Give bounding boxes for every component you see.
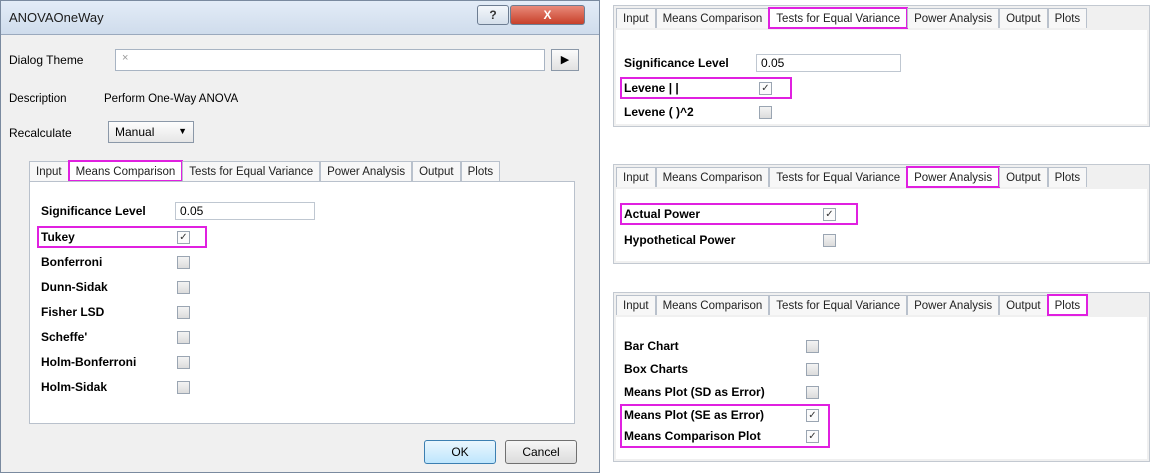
sig-level-input[interactable]: 0.05 — [756, 54, 901, 72]
option-label: Hypothetical Power — [624, 233, 736, 247]
plots-snapshot: Input Means Comparison Tests for Equal V… — [613, 292, 1150, 462]
option-label: Levene | | — [624, 81, 679, 95]
means-plot-se-checkbox[interactable]: ✓ — [806, 409, 819, 422]
anova-dialog: ANOVAOneWay ? X Dialog Theme × ▶ Descrip… — [0, 0, 600, 473]
option-label: Bonferroni — [41, 255, 103, 269]
tab-output[interactable]: Output — [999, 295, 1048, 315]
dialog-theme-label: Dialog Theme — [9, 53, 84, 67]
dialog-theme-input[interactable]: × — [115, 49, 545, 71]
option-label: Scheffe' — [41, 330, 88, 344]
option-label: Means Comparison Plot — [624, 429, 761, 443]
description-value: Perform One-Way ANOVA — [104, 93, 239, 105]
equal-variance-panel: Significance Level 0.05 Levene | | ✓ Lev… — [616, 30, 1147, 124]
tab-input[interactable]: Input — [616, 167, 656, 187]
tab-input[interactable]: Input — [616, 8, 656, 28]
ok-button[interactable]: OK — [424, 440, 496, 464]
tab-power-analysis[interactable]: Power Analysis — [320, 161, 413, 181]
tab-output[interactable]: Output — [999, 167, 1048, 187]
recalculate-value: Manual — [115, 125, 155, 139]
power-analysis-snapshot: Input Means Comparison Tests for Equal V… — [613, 164, 1150, 264]
sig-level-label: Significance Level — [41, 204, 146, 218]
close-button[interactable]: X — [510, 5, 585, 25]
tab-tests-equal-variance[interactable]: Tests for Equal Variance — [769, 167, 908, 187]
recalculate-select[interactable]: Manual ▼ — [108, 121, 194, 143]
levene-squared-checkbox[interactable] — [759, 106, 772, 119]
actual-power-checkbox[interactable]: ✓ — [823, 208, 836, 221]
holm-sidak-checkbox[interactable] — [177, 381, 190, 394]
window-title: ANOVAOneWay — [9, 10, 104, 25]
tab-power-analysis[interactable]: Power Analysis — [907, 295, 1000, 315]
option-label: Fisher LSD — [41, 305, 105, 319]
option-label: Bar Chart — [624, 339, 679, 353]
option-label: Means Plot (SE as Error) — [624, 408, 765, 422]
means-plot-sd-checkbox[interactable] — [806, 386, 819, 399]
tab-strip: Input Means Comparison Tests for Equal V… — [616, 294, 1089, 316]
recalculate-label: Recalculate — [9, 126, 72, 140]
tab-tests-equal-variance[interactable]: Tests for Equal Variance — [768, 7, 909, 29]
means-comparison-panel: Significance Level 0.05 Tukey ✓ Bonferro… — [29, 181, 575, 424]
tab-plots[interactable]: Plots — [460, 161, 501, 181]
tab-tests-equal-variance[interactable]: Tests for Equal Variance — [769, 295, 908, 315]
tab-means-comparison[interactable]: Means Comparison — [655, 295, 770, 315]
tab-plots[interactable]: Plots — [1046, 294, 1089, 316]
option-label: Holm-Bonferroni — [41, 355, 137, 369]
option-label: Tukey — [41, 230, 75, 244]
levene-abs-checkbox[interactable]: ✓ — [759, 82, 772, 95]
tab-power-analysis[interactable]: Power Analysis — [906, 166, 1001, 188]
tab-means-comparison[interactable]: Means Comparison — [655, 167, 770, 187]
box-charts-checkbox[interactable] — [806, 363, 819, 376]
means-comparison-plot-checkbox[interactable]: ✓ — [806, 430, 819, 443]
option-label: Levene ( )^2 — [624, 105, 694, 119]
option-label: Actual Power — [624, 207, 701, 221]
option-label: Dunn-Sidak — [41, 280, 108, 294]
cancel-button[interactable]: Cancel — [505, 440, 577, 464]
tab-input[interactable]: Input — [29, 161, 69, 181]
theme-arrow-button[interactable]: ▶ — [551, 49, 579, 71]
tab-means-comparison[interactable]: Means Comparison — [655, 8, 770, 28]
equal-variance-snapshot: Input Means Comparison Tests for Equal V… — [613, 5, 1150, 127]
chevron-down-icon: ▼ — [178, 126, 187, 136]
tab-power-analysis[interactable]: Power Analysis — [907, 8, 1000, 28]
main-tab-strip: Input Means Comparison Tests for Equal V… — [29, 160, 501, 182]
tukey-checkbox[interactable]: ✓ — [177, 231, 190, 244]
power-analysis-panel: Actual Power ✓ Hypothetical Power — [616, 189, 1147, 261]
tab-strip: Input Means Comparison Tests for Equal V… — [616, 166, 1088, 188]
tab-means-comparison[interactable]: Means Comparison — [67, 160, 184, 182]
option-label: Box Charts — [624, 362, 689, 376]
sig-level-label: Significance Level — [624, 56, 729, 70]
tab-strip: Input Means Comparison Tests for Equal V… — [616, 7, 1088, 29]
option-label: Means Plot (SD as Error) — [624, 385, 765, 399]
bonferroni-checkbox[interactable] — [177, 256, 190, 269]
fisher-lsd-checkbox[interactable] — [177, 306, 190, 319]
title-bar: ANOVAOneWay ? X — [1, 1, 599, 35]
tab-tests-equal-variance[interactable]: Tests for Equal Variance — [182, 161, 321, 181]
tab-plots[interactable]: Plots — [1047, 8, 1088, 28]
tab-output[interactable]: Output — [412, 161, 461, 181]
tab-input[interactable]: Input — [616, 295, 656, 315]
plots-panel: Bar Chart Box Charts Means Plot (SD as E… — [616, 317, 1147, 459]
tab-output[interactable]: Output — [999, 8, 1048, 28]
holm-bonferroni-checkbox[interactable] — [177, 356, 190, 369]
description-label: Description — [9, 93, 67, 105]
option-label: Holm-Sidak — [41, 380, 108, 394]
dunn-sidak-checkbox[interactable] — [177, 281, 190, 294]
bar-chart-checkbox[interactable] — [806, 340, 819, 353]
hypothetical-power-checkbox[interactable] — [823, 234, 836, 247]
tab-plots[interactable]: Plots — [1047, 167, 1088, 187]
help-button[interactable]: ? — [477, 5, 509, 25]
sig-level-input[interactable]: 0.05 — [175, 202, 315, 220]
scheffe-checkbox[interactable] — [177, 331, 190, 344]
